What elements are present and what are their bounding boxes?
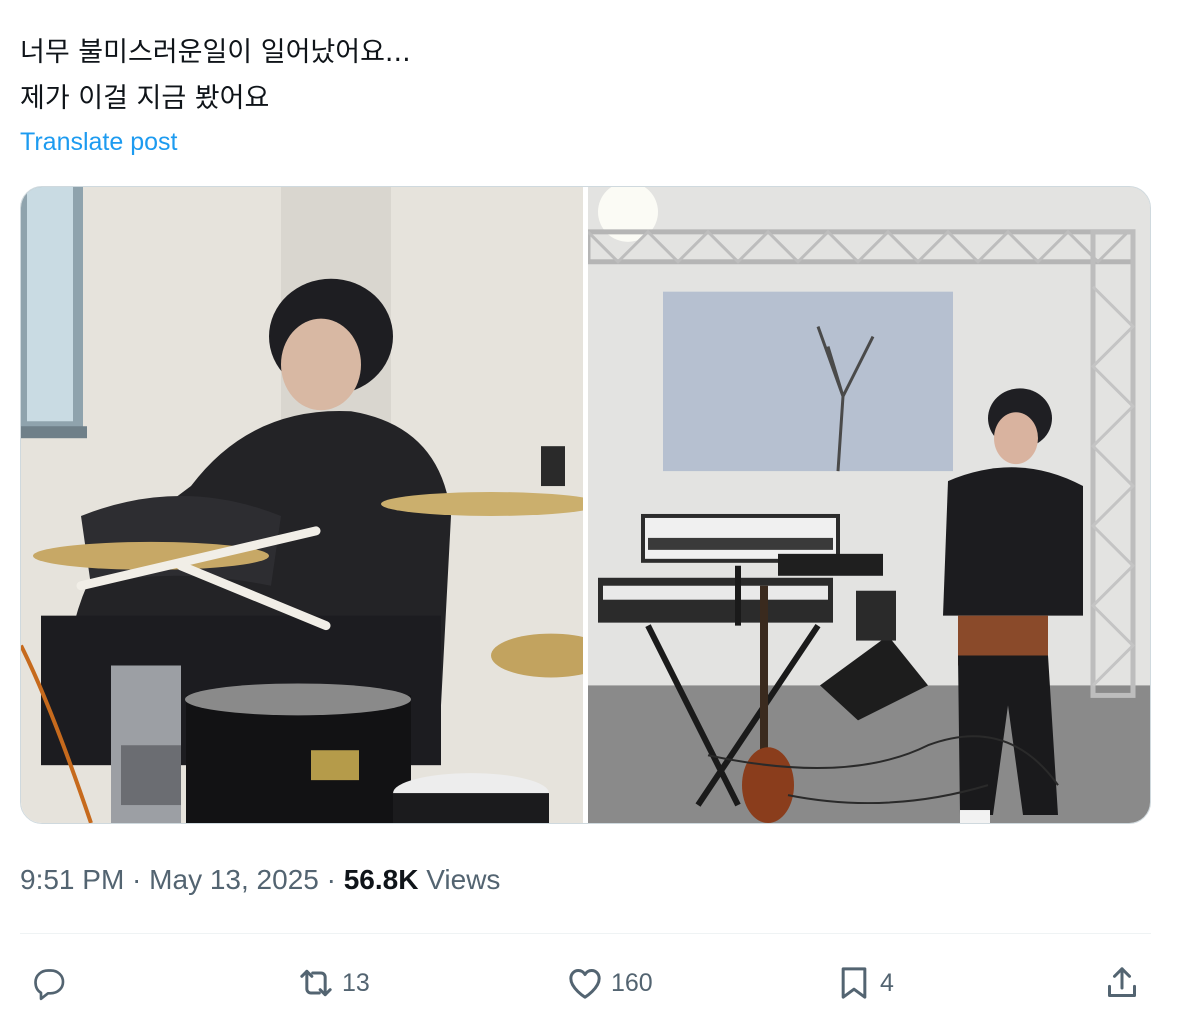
tweet-meta: 9:51 PM · May 13, 2025 · 56.8K Views <box>20 864 500 896</box>
photo-drummer[interactable] <box>21 187 583 823</box>
views-label: Views <box>426 864 501 895</box>
repost-icon <box>300 969 332 997</box>
reply-button[interactable] <box>28 958 74 1008</box>
bookmark-button[interactable]: 4 <box>834 958 894 1008</box>
views-count: 56.8K <box>343 864 419 895</box>
tweet-date[interactable]: May 13, 2025 <box>149 864 319 895</box>
share-icon <box>1108 967 1136 997</box>
tweet-line-2: 제가 이걸 지금 봤어요 <box>20 83 270 114</box>
photo-stage[interactable] <box>588 187 1150 823</box>
divider <box>20 933 1151 934</box>
tweet-text: 너무 불미스러운일이 일어났어요... 제가 이걸 지금 봤어요 <box>20 30 1120 122</box>
media-grid <box>20 186 1151 824</box>
action-bar: 13 160 4 <box>20 958 1151 1008</box>
bookmark-icon <box>841 967 867 999</box>
heart-icon <box>569 969 601 999</box>
meta-separator: · <box>318 864 344 895</box>
reply-icon <box>34 969 65 1001</box>
repost-button[interactable]: 13 <box>296 958 370 1008</box>
share-button[interactable] <box>1102 958 1142 1008</box>
photo-stage-image <box>588 187 1150 823</box>
bookmark-count: 4 <box>880 968 894 997</box>
like-button[interactable]: 160 <box>565 958 653 1008</box>
like-count: 160 <box>611 968 653 997</box>
repost-count: 13 <box>342 968 370 997</box>
photo-drummer-image <box>21 187 583 823</box>
meta-separator: · <box>124 864 150 895</box>
translate-post-link[interactable]: Translate post <box>20 128 177 157</box>
tweet-line-1: 너무 불미스러운일이 일어났어요... <box>20 37 411 68</box>
tweet-time[interactable]: 9:51 PM <box>20 864 124 895</box>
